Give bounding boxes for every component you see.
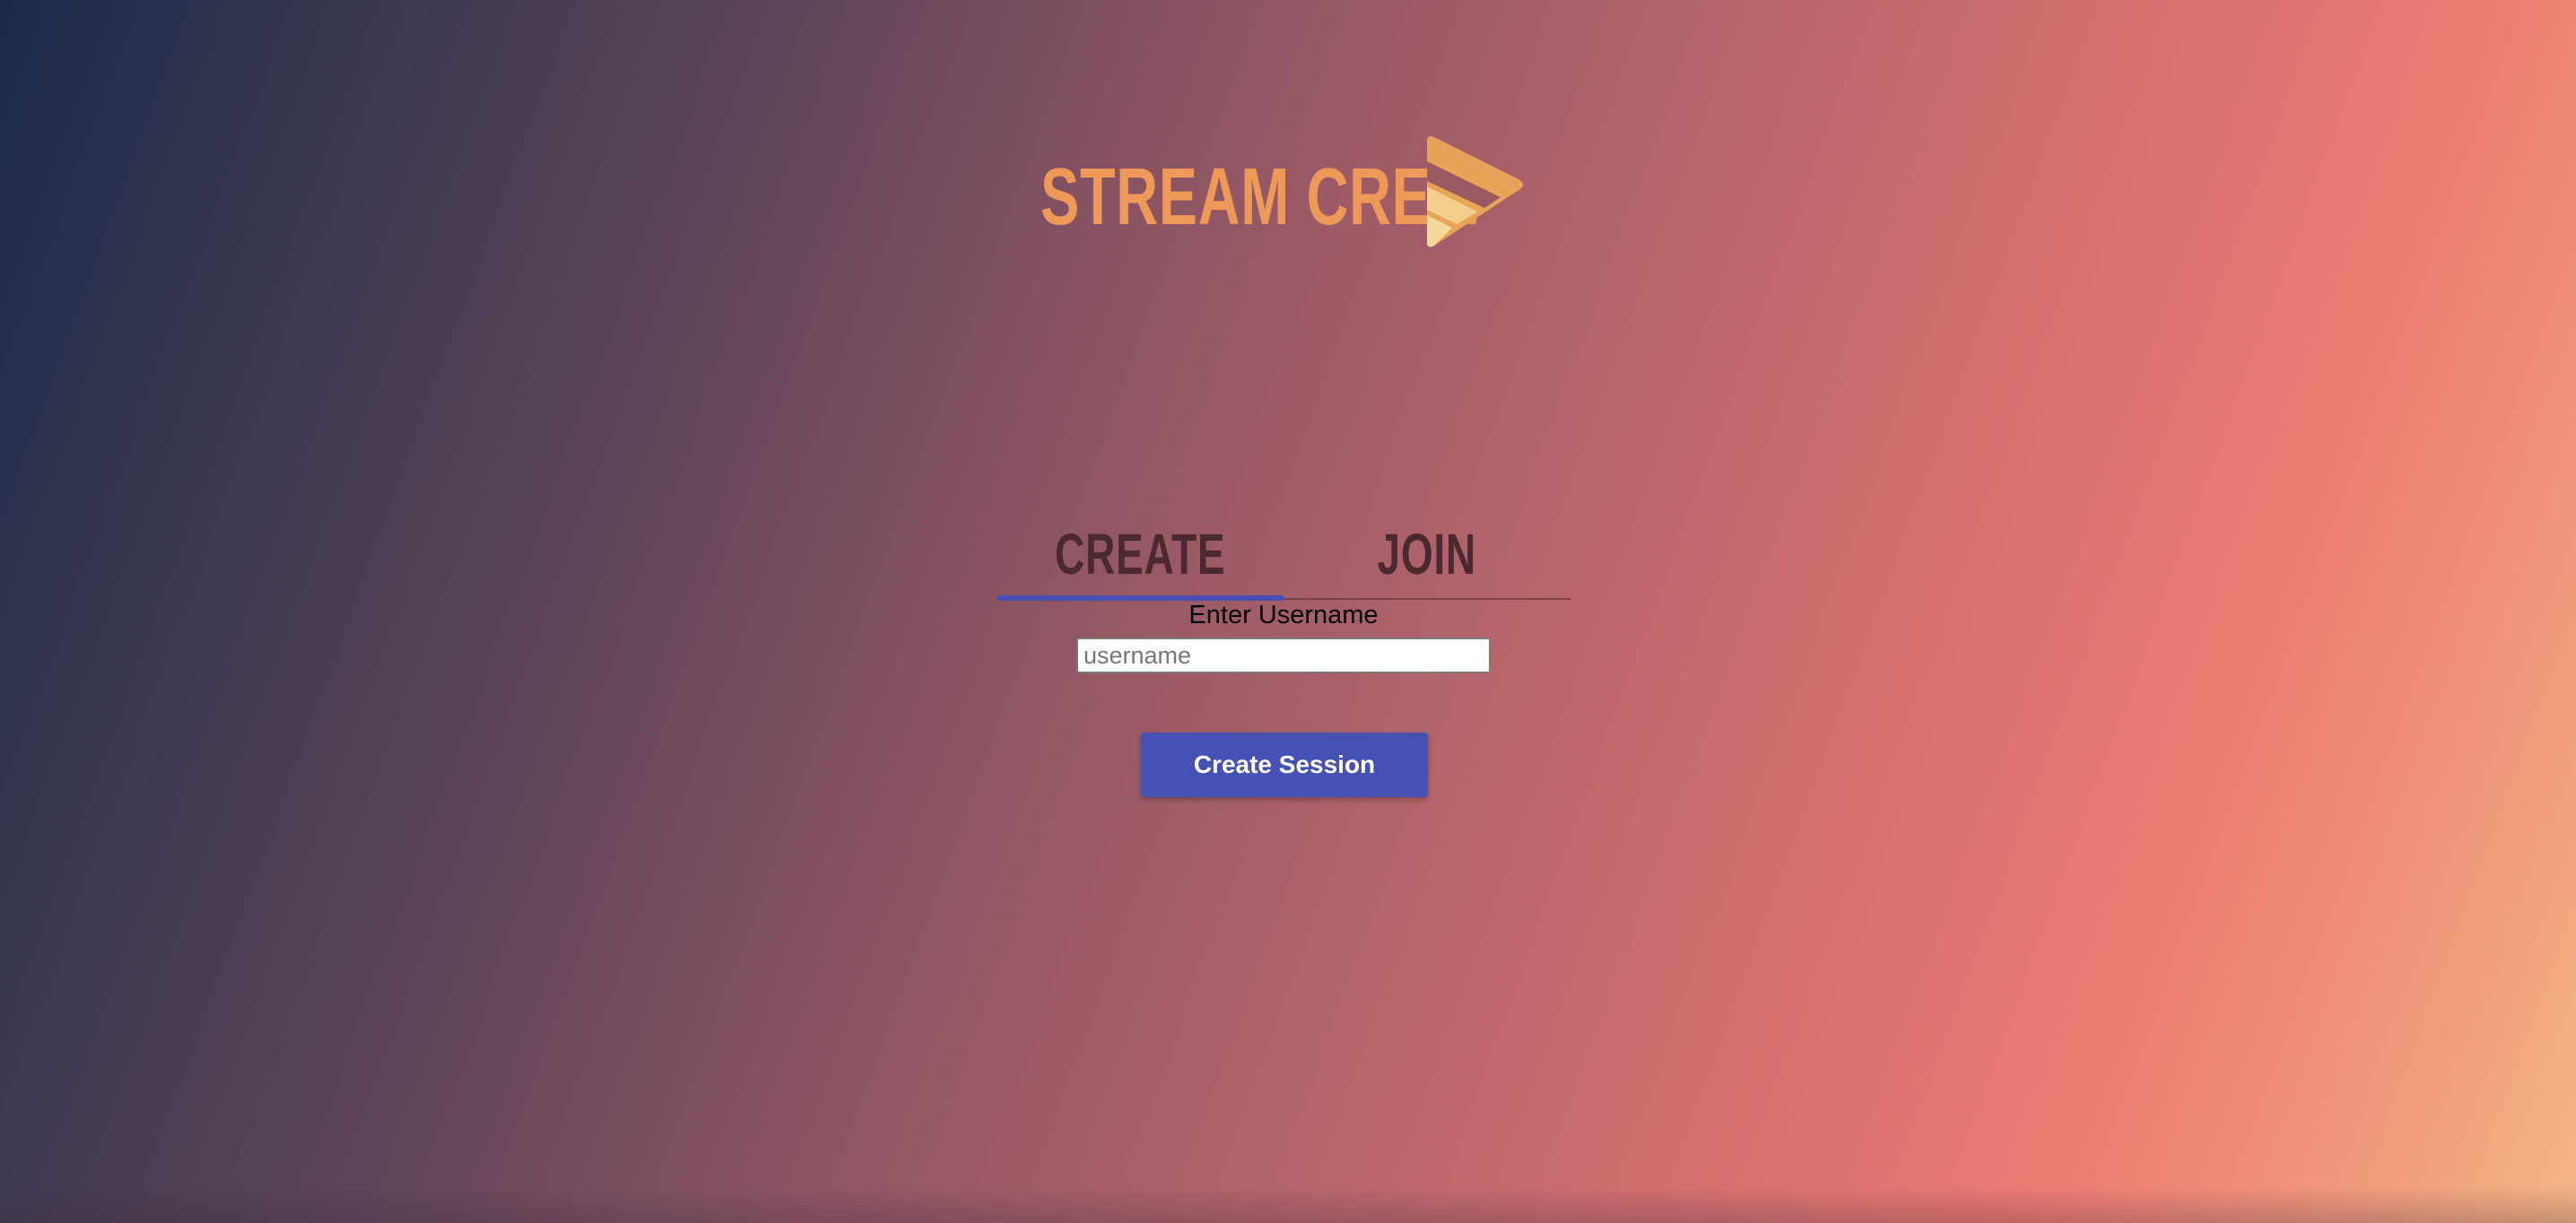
username-input[interactable] <box>1076 638 1491 673</box>
background-shade <box>0 1187 2576 1223</box>
play-logo-icon <box>1427 136 1523 247</box>
tab-create-label: CREATE <box>1054 522 1226 586</box>
tab-join-label: JOIN <box>1377 522 1477 586</box>
session-tabs: CREATE JOIN <box>996 511 1571 601</box>
logo-text: STREAM CREW <box>1040 152 1487 242</box>
tab-create[interactable]: CREATE <box>996 511 1284 597</box>
tab-join[interactable]: JOIN <box>1284 511 1571 597</box>
username-label: Enter Username <box>1188 601 1379 629</box>
app-logo: STREAM CREW <box>1040 134 1523 260</box>
create-session-button[interactable]: Create Session <box>1141 733 1428 797</box>
